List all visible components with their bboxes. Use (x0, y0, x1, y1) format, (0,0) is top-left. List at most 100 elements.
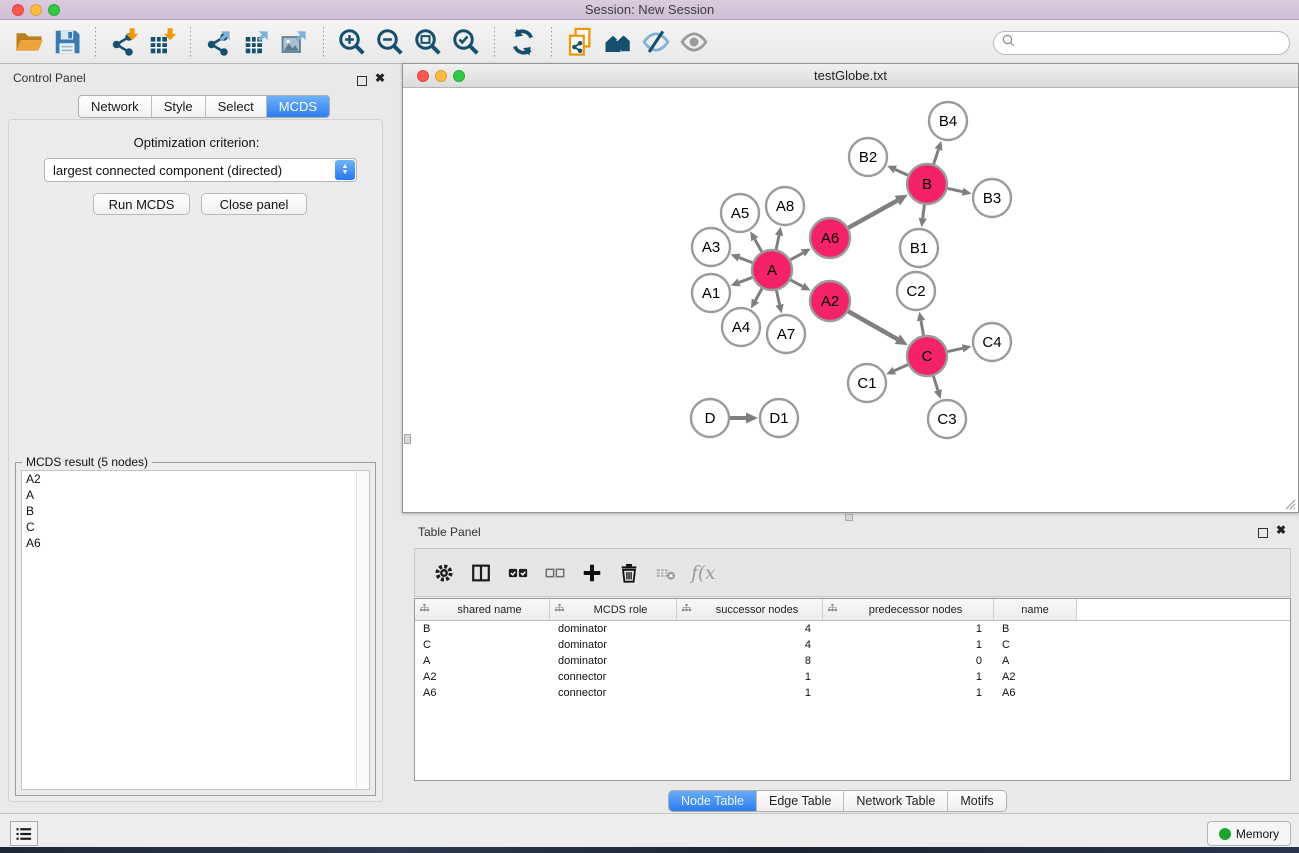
optimization-criterion-select[interactable]: largest connected component (directed) ▲… (44, 158, 357, 182)
table-row[interactable]: Cdominator41C (415, 637, 1290, 653)
toolbar-button-duplicate-network[interactable] (561, 24, 599, 60)
node-A6[interactable]: A6 (810, 218, 850, 258)
toolbar-button-refresh-view[interactable] (504, 24, 542, 60)
table-cell[interactable]: 1 (823, 621, 994, 637)
control-tab-style[interactable]: Style (152, 96, 206, 117)
edge-D-D1[interactable] (730, 413, 758, 424)
table-cell[interactable]: A6 (415, 685, 550, 701)
toolbar-button-zoom-fit[interactable] (409, 24, 447, 60)
table-cell[interactable]: 1 (823, 685, 994, 701)
node-A4[interactable]: A4 (722, 308, 760, 346)
edge-B-B4[interactable] (934, 141, 943, 164)
network-vertical-scrollbar[interactable] (404, 434, 411, 444)
table-cell[interactable]: 4 (677, 637, 823, 653)
node-B[interactable]: B (907, 164, 947, 204)
table-tab-edge-table[interactable]: Edge Table (757, 791, 844, 811)
table-cell[interactable]: 1 (823, 669, 994, 685)
table-cell[interactable]: dominator (550, 637, 677, 653)
toolbar-button-show-panels-disabled[interactable] (675, 24, 713, 60)
node-C1[interactable]: C1 (848, 364, 886, 402)
mcds-result-item[interactable]: A2 (22, 471, 369, 487)
task-history-button[interactable] (10, 821, 38, 846)
toolbar-button-zoom-in[interactable] (333, 24, 371, 60)
network-horizontal-scrollbar[interactable] (845, 514, 853, 521)
edge-A-A4[interactable] (751, 288, 762, 308)
toolbar-button-export-network[interactable] (200, 24, 238, 60)
edge-A-A1[interactable] (731, 277, 753, 286)
node-B1[interactable]: B1 (900, 229, 938, 267)
edge-C-C3[interactable] (933, 376, 942, 399)
table-cell[interactable]: C (415, 637, 550, 653)
table-cell[interactable]: A6 (994, 685, 1077, 701)
node-B4[interactable]: B4 (929, 102, 967, 140)
memory-button[interactable]: Memory (1207, 821, 1291, 846)
toolbar-button-hide-panels[interactable] (637, 24, 675, 60)
mcds-result-scrollbar[interactable] (356, 471, 369, 789)
column-header-name[interactable]: name (994, 599, 1077, 620)
table-toolbar-button-add-column[interactable] (573, 556, 610, 590)
node-A8[interactable]: A8 (766, 187, 804, 225)
edge-A2-C[interactable] (848, 311, 908, 345)
control-panel-float-button[interactable] (357, 73, 367, 91)
column-header-shared-name[interactable]: shared name (415, 599, 550, 620)
edge-A-A2[interactable] (791, 280, 811, 291)
network-canvas[interactable]: B4B2BB3A5A8A6A3B1AA1C2A2A4A7C4CC1C3DD1 (403, 88, 1298, 512)
toolbar-button-import-table[interactable] (143, 24, 181, 60)
edge-A-A7[interactable] (775, 291, 783, 314)
node-B3[interactable]: B3 (973, 179, 1011, 217)
table-tab-motifs[interactable]: Motifs (948, 791, 1005, 811)
edge-B-B3[interactable] (948, 188, 972, 196)
table-cell[interactable]: B (415, 621, 550, 637)
table-cell[interactable]: dominator (550, 621, 677, 637)
node-A2[interactable]: A2 (810, 281, 850, 321)
table-panel-close-button[interactable]: ✖ (1276, 525, 1286, 535)
table-cell[interactable]: connector (550, 685, 677, 701)
table-toolbar-button-unselect-all-columns[interactable] (536, 556, 573, 590)
search-box[interactable] (993, 31, 1290, 55)
control-panel-close-button[interactable]: ✖ (375, 73, 385, 83)
node-D1[interactable]: D1 (760, 399, 798, 437)
edge-C-C4[interactable] (948, 344, 972, 352)
node-B2[interactable]: B2 (849, 138, 887, 176)
control-tab-select[interactable]: Select (206, 96, 267, 117)
table-cell[interactable]: 1 (677, 685, 823, 701)
table-cell[interactable]: A2 (994, 669, 1077, 685)
node-A5[interactable]: A5 (721, 194, 759, 232)
table-cell[interactable]: B (994, 621, 1077, 637)
table-tab-node-table[interactable]: Node Table (669, 791, 757, 811)
close-panel-button[interactable]: Close panel (201, 193, 307, 215)
toolbar-button-open-file[interactable] (10, 24, 48, 60)
table-row[interactable]: A2connector11A2 (415, 669, 1290, 685)
node-D[interactable]: D (691, 399, 729, 437)
table-cell[interactable]: A2 (415, 669, 550, 685)
table-cell[interactable]: 8 (677, 653, 823, 669)
table-toolbar-button-select-all-columns[interactable] (499, 556, 536, 590)
mcds-result-item[interactable]: C (22, 519, 369, 535)
table-tab-network-table[interactable]: Network Table (844, 791, 948, 811)
node-C3[interactable]: C3 (928, 400, 966, 438)
control-tab-mcds[interactable]: MCDS (267, 96, 329, 117)
table-cell[interactable]: connector (550, 669, 677, 685)
search-input[interactable] (1018, 36, 1289, 50)
edge-C-C1[interactable] (886, 365, 908, 375)
control-tab-network[interactable]: Network (79, 96, 152, 117)
mcds-result-item[interactable]: A6 (22, 535, 369, 551)
node-A[interactable]: A (752, 250, 792, 290)
edge-A-A8[interactable] (775, 227, 783, 250)
edge-A-A6[interactable] (790, 249, 810, 260)
table-cell[interactable]: 4 (677, 621, 823, 637)
toolbar-button-save-session[interactable] (48, 24, 86, 60)
table-toolbar-button-table-settings[interactable] (425, 556, 462, 590)
column-header-successor-nodes[interactable]: successor nodes (677, 599, 823, 620)
node-C[interactable]: C (907, 336, 947, 376)
table-toolbar-button-split-columns[interactable] (462, 556, 499, 590)
node-C4[interactable]: C4 (973, 323, 1011, 361)
toolbar-button-zoom-out[interactable] (371, 24, 409, 60)
node-A1[interactable]: A1 (692, 274, 730, 312)
network-window-titlebar[interactable]: testGlobe.txt (403, 64, 1298, 88)
table-cell[interactable]: C (994, 637, 1077, 653)
table-row[interactable]: A6connector11A6 (415, 685, 1290, 701)
node-C2[interactable]: C2 (897, 272, 935, 310)
table-cell[interactable]: A (415, 653, 550, 669)
edge-B-B2[interactable] (887, 166, 908, 176)
